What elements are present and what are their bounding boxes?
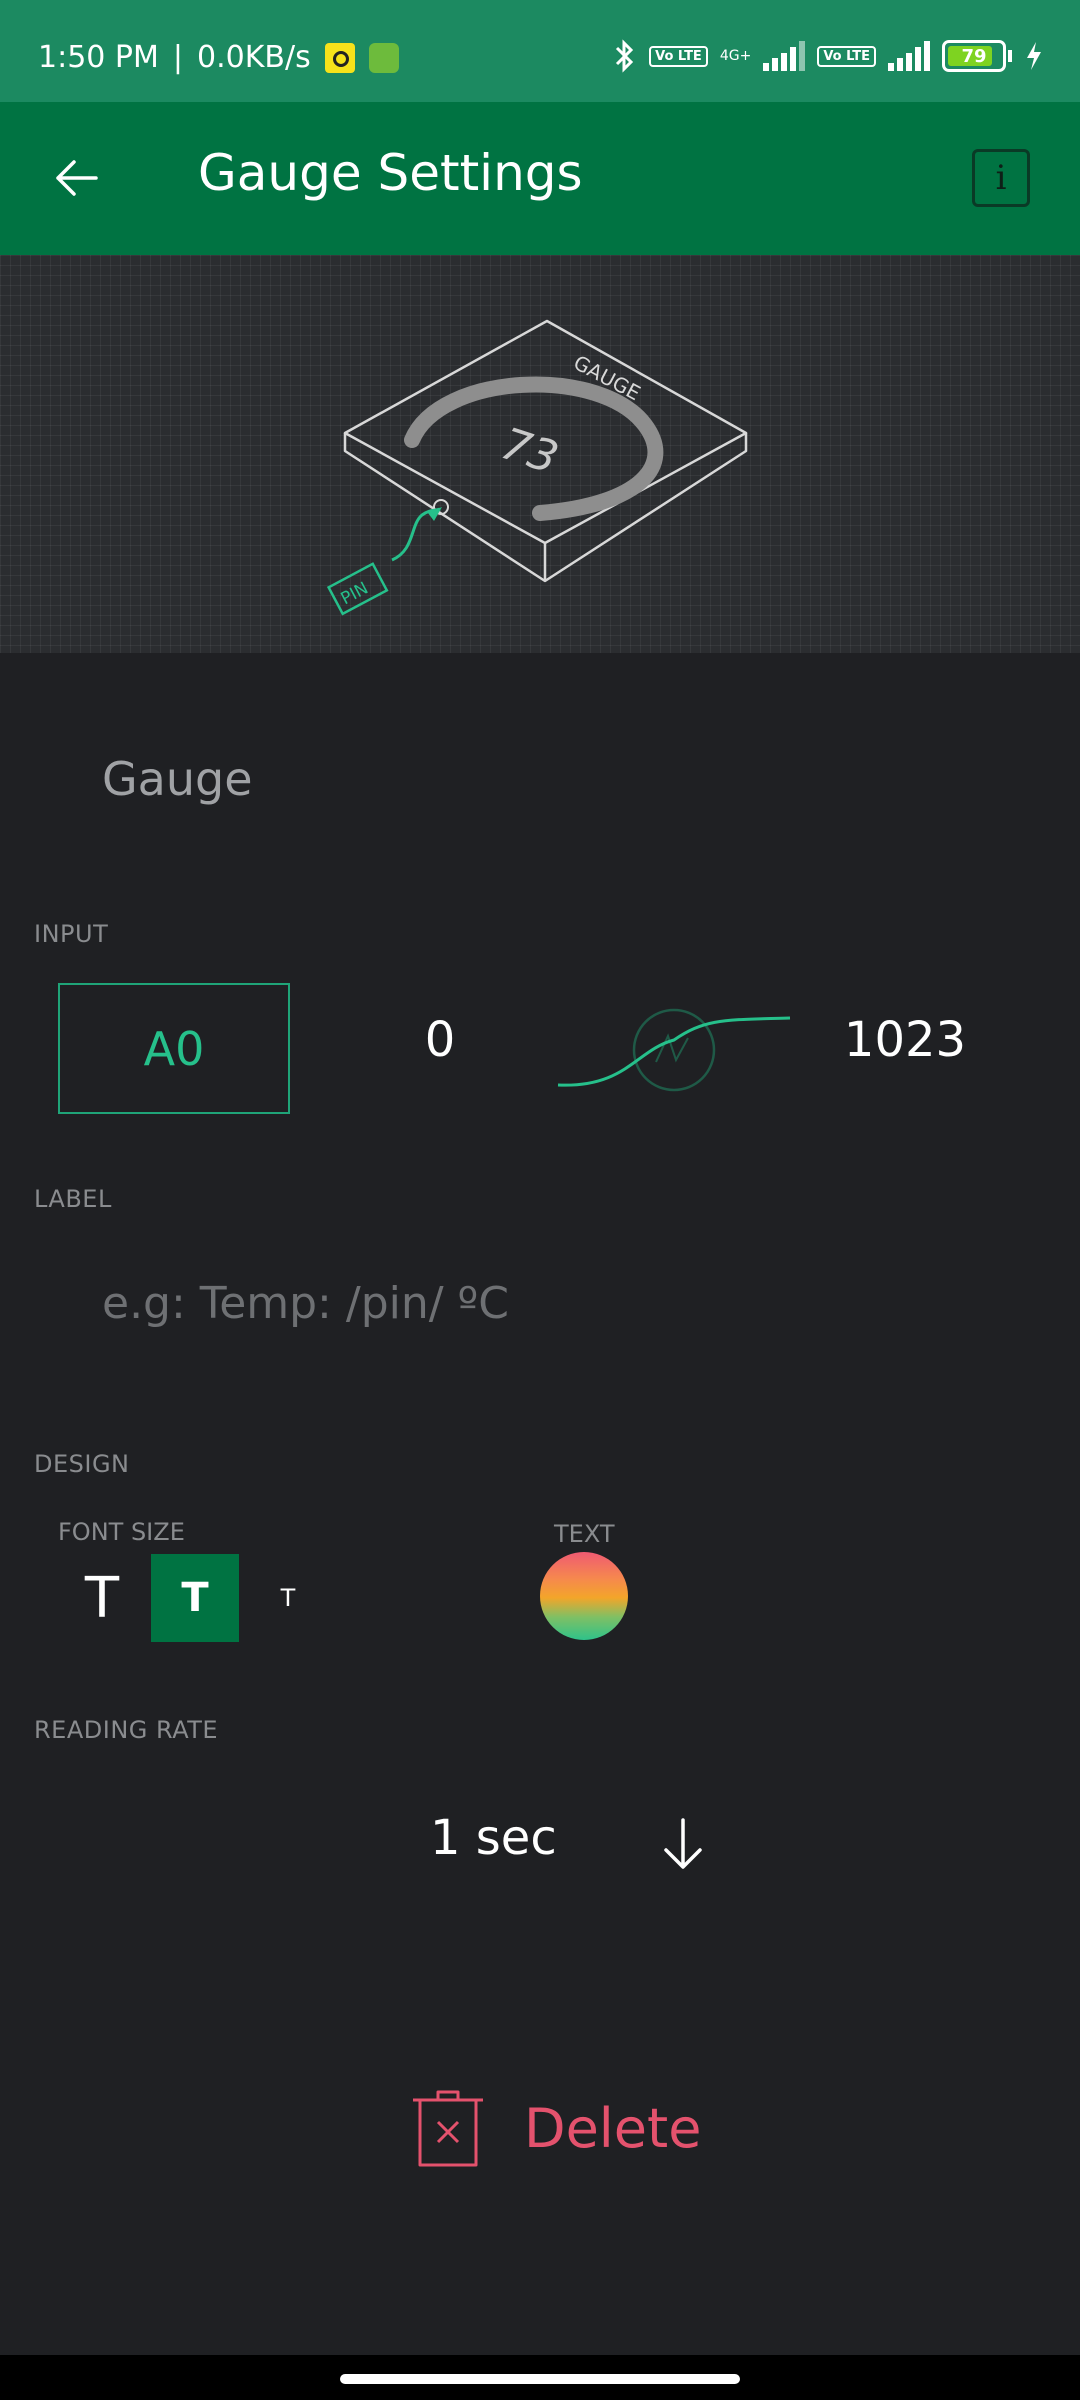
volte-icon: Vo LTE — [649, 45, 708, 67]
gauge-illustration: GAUGE 73 PIN — [326, 319, 748, 616]
preview-pin-label: PIN — [338, 578, 372, 609]
input-section-label: INPUT — [34, 920, 109, 948]
mapping-curve-icon — [557, 1008, 791, 1092]
font-size-label: FONT SIZE — [58, 1518, 185, 1546]
info-button[interactable]: i — [972, 149, 1030, 207]
pin-selector[interactable]: A0 — [58, 983, 290, 1114]
network-type: 4G+ — [719, 48, 752, 64]
volte-icon-2: Vo LTE — [817, 45, 876, 67]
arrow-down-icon — [664, 1818, 702, 1869]
signal-icon — [763, 41, 806, 71]
bluetooth-icon — [616, 39, 634, 73]
preview-gauge-value: 73 — [495, 418, 564, 484]
delete-button[interactable]: Delete — [410, 2070, 701, 2186]
font-size-small-button[interactable]: T — [250, 1554, 326, 1642]
mapping-toggle[interactable] — [556, 1000, 792, 1096]
battery-level: 79 — [961, 45, 987, 67]
text-color-label: TEXT — [554, 1520, 615, 1548]
status-speed: 0.0KB/s — [197, 40, 311, 75]
text-color-picker[interactable] — [540, 1552, 628, 1640]
font-size-large-button[interactable]: T — [62, 1554, 142, 1642]
back-button[interactable] — [46, 148, 106, 208]
delete-label: Delete — [524, 2096, 702, 2160]
reading-rate-dropdown[interactable] — [658, 1816, 708, 1872]
reading-rate-section-label: READING RATE — [34, 1716, 219, 1744]
status-left: 1:50 PM | 0.0KB/s — [38, 40, 399, 75]
signal-icon-2 — [888, 41, 930, 71]
design-section-label: DESIGN — [34, 1450, 130, 1478]
label-section-label: LABEL — [34, 1185, 112, 1213]
status-time: 1:50 PM — [38, 40, 159, 75]
status-separator: | — [172, 40, 183, 75]
status-right: Vo LTE 4G+ Vo LTE 79 — [613, 38, 1044, 74]
reading-rate-value[interactable]: 1 sec — [430, 1810, 557, 1866]
notification-app-icon — [324, 42, 355, 73]
widget-name-input[interactable]: Gauge — [102, 752, 253, 806]
max-value-input[interactable]: 1023 — [830, 1012, 980, 1068]
arrow-left-icon — [56, 160, 98, 196]
widget-preview: GAUGE 73 PIN — [0, 255, 1080, 653]
charging-icon — [1027, 42, 1041, 70]
label-input[interactable]: e.g: Temp: /pin/ ºC — [102, 1278, 509, 1329]
page-title: Gauge Settings — [198, 144, 583, 202]
trash-icon — [413, 2090, 483, 2167]
min-value-input[interactable]: 0 — [400, 1012, 480, 1068]
battery-icon: 79 — [942, 40, 1006, 72]
home-indicator[interactable] — [340, 2374, 740, 2384]
notification-android-icon — [368, 42, 399, 73]
font-size-medium-button[interactable]: T — [151, 1554, 239, 1642]
